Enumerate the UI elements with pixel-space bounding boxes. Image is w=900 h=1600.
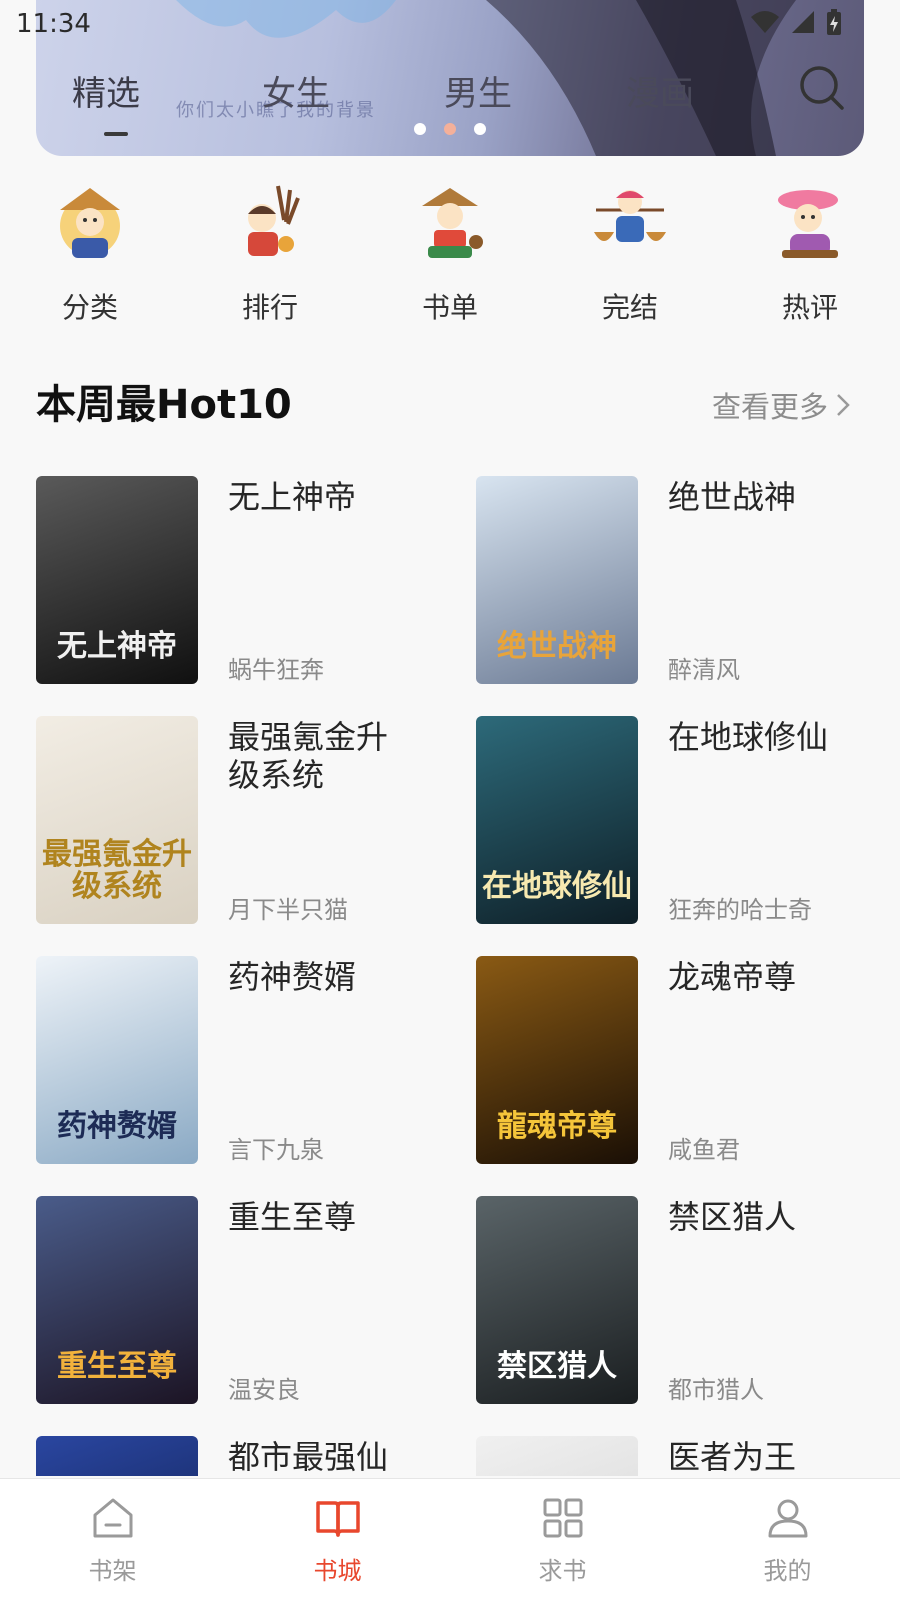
tab-male[interactable]: 男生 xyxy=(444,66,512,115)
entry-label: 排行 xyxy=(241,291,298,324)
book-cover[interactable]: 龍魂帝尊 xyxy=(476,956,638,1164)
book-card[interactable]: 医者为王 xyxy=(476,1436,896,1476)
status-time: 11:34 xyxy=(16,9,91,39)
nav-label: 求书 xyxy=(538,1557,587,1585)
entry-hot-review[interactable]: 热评 xyxy=(720,168,900,328)
tab-featured[interactable]: 精选 xyxy=(72,66,140,115)
book-cover[interactable]: 最强氪金升级系统 xyxy=(36,716,198,924)
book-author: 醉清风 xyxy=(668,656,740,684)
book-title[interactable]: 禁区猎人 xyxy=(668,1198,848,1236)
tab-female[interactable]: 女生 xyxy=(262,66,330,115)
book-cover[interactable] xyxy=(476,1436,638,1476)
book-card[interactable]: 绝世战神 绝世战神 醉清风 xyxy=(476,476,896,686)
book-title[interactable]: 最强氪金升级系统 xyxy=(228,718,408,794)
nav-label: 书架 xyxy=(88,1557,137,1585)
nav-label: 书城 xyxy=(313,1557,362,1585)
entry-label: 分类 xyxy=(61,291,118,324)
book-card[interactable]: 龍魂帝尊 龙魂帝尊 咸鱼君 xyxy=(476,956,896,1166)
book-cover[interactable]: 禁区猎人 xyxy=(476,1196,638,1404)
book-cover[interactable]: 无上神帝 xyxy=(36,476,198,684)
cover-title: 无上神帝 xyxy=(57,628,177,664)
book-author: 都市猎人 xyxy=(668,1376,764,1404)
book-title[interactable]: 在地球修仙 xyxy=(668,718,848,756)
book-title[interactable]: 龙魂帝尊 xyxy=(668,958,848,996)
book-card[interactable]: 无上神帝 无上神帝 蜗牛狂奔 xyxy=(36,476,456,686)
book-author: 狂奔的哈士奇 xyxy=(668,896,812,924)
book-cover[interactable] xyxy=(36,1436,198,1476)
book-card[interactable]: 都市最强仙 xyxy=(36,1436,456,1476)
bookshelf-icon xyxy=(93,1498,132,1538)
cover-title: 药神赘婿 xyxy=(57,1108,177,1144)
book-title[interactable]: 都市最强仙 xyxy=(228,1438,408,1476)
book-cover[interactable]: 在地球修仙 xyxy=(476,716,638,924)
book-author: 咸鱼君 xyxy=(668,1136,740,1164)
hot-review-mascot-icon xyxy=(778,190,838,258)
user-icon xyxy=(768,1499,807,1538)
entry-category[interactable]: 分类 xyxy=(0,168,180,328)
nav-profile[interactable]: 我的 xyxy=(675,1479,900,1600)
nav-bookshelf[interactable]: 书架 xyxy=(0,1479,225,1600)
book-card[interactable]: 在地球修仙 在地球修仙 狂奔的哈士奇 xyxy=(476,716,896,926)
book-title[interactable]: 重生至尊 xyxy=(228,1198,408,1236)
book-card[interactable]: 禁区猎人 禁区猎人 都市猎人 xyxy=(476,1196,896,1406)
book-cover[interactable]: 绝世战神 xyxy=(476,476,638,684)
nav-request-book[interactable]: 求书 xyxy=(450,1479,675,1600)
finished-mascot-icon xyxy=(594,190,666,242)
entry-finished[interactable]: 完结 xyxy=(540,168,720,328)
tab-indicator xyxy=(104,132,128,136)
entry-label: 完结 xyxy=(601,291,658,324)
booklist-mascot-icon xyxy=(422,188,483,258)
bottom-nav: 书架 书城 求书 我的 xyxy=(0,1478,900,1600)
entry-rank[interactable]: 排行 xyxy=(180,168,360,328)
tab-comics[interactable]: 漫画 xyxy=(626,66,694,115)
signal-icon xyxy=(792,11,814,33)
status-icons xyxy=(750,8,842,36)
book-cover[interactable]: 药神赘婿 xyxy=(36,956,198,1164)
cover-title: 最强氪金升级系统 xyxy=(42,837,192,904)
chevron-right-icon xyxy=(837,394,850,416)
rank-mascot-icon xyxy=(248,185,300,256)
book-cover[interactable]: 重生至尊 xyxy=(36,1196,198,1404)
entry-booklist[interactable]: 书单 xyxy=(360,168,540,328)
book-card[interactable]: 重生至尊 重生至尊 温安良 xyxy=(36,1196,456,1406)
book-card[interactable]: 最强氪金升级系统 最强氪金升级系统 月下半只猫 xyxy=(36,716,456,926)
nav-label: 我的 xyxy=(763,1557,812,1585)
top-tabs: 精选 女生 男生 漫画 xyxy=(36,66,864,142)
see-more-link[interactable]: 查看更多 xyxy=(712,384,850,426)
cover-title: 重生至尊 xyxy=(57,1348,177,1384)
battery-charging-icon xyxy=(827,9,841,35)
book-card[interactable]: 药神赘婿 药神赘婿 言下九泉 xyxy=(36,956,456,1166)
section-title: 本周最Hot10 xyxy=(36,382,292,428)
wifi-icon xyxy=(751,11,779,33)
cover-title: 龍魂帝尊 xyxy=(497,1108,617,1144)
see-more-label: 查看更多 xyxy=(711,390,828,424)
book-title[interactable]: 无上神帝 xyxy=(228,478,408,516)
book-grid: 无上神帝 无上神帝 蜗牛狂奔 绝世战神 绝世战神 醉清风 最强氪金升级系统 最强… xyxy=(0,476,900,1476)
cover-title: 绝世战神 xyxy=(497,628,617,664)
entry-label: 热评 xyxy=(781,291,838,324)
book-author: 蜗牛狂奔 xyxy=(228,656,324,684)
book-title[interactable]: 药神赘婿 xyxy=(228,958,408,996)
status-bar: 11:34 xyxy=(0,0,900,48)
cover-title: 在地球修仙 xyxy=(482,868,632,904)
category-mascot-icon xyxy=(60,188,120,258)
cover-title: 禁区猎人 xyxy=(497,1348,617,1384)
book-author: 温安良 xyxy=(228,1376,300,1404)
book-title[interactable]: 医者为王 xyxy=(668,1438,848,1476)
book-title[interactable]: 绝世战神 xyxy=(668,478,848,516)
nav-bookstore[interactable]: 书城 xyxy=(225,1479,450,1600)
search-icon[interactable] xyxy=(798,64,846,112)
grid-icon xyxy=(543,1498,582,1538)
book-author: 言下九泉 xyxy=(228,1136,324,1164)
book-author: 月下半只猫 xyxy=(228,896,348,924)
quick-entries: 分类 排行 书单 完结 热评 xyxy=(0,168,900,328)
entry-label: 书单 xyxy=(421,291,478,324)
open-book-icon xyxy=(315,1501,360,1537)
